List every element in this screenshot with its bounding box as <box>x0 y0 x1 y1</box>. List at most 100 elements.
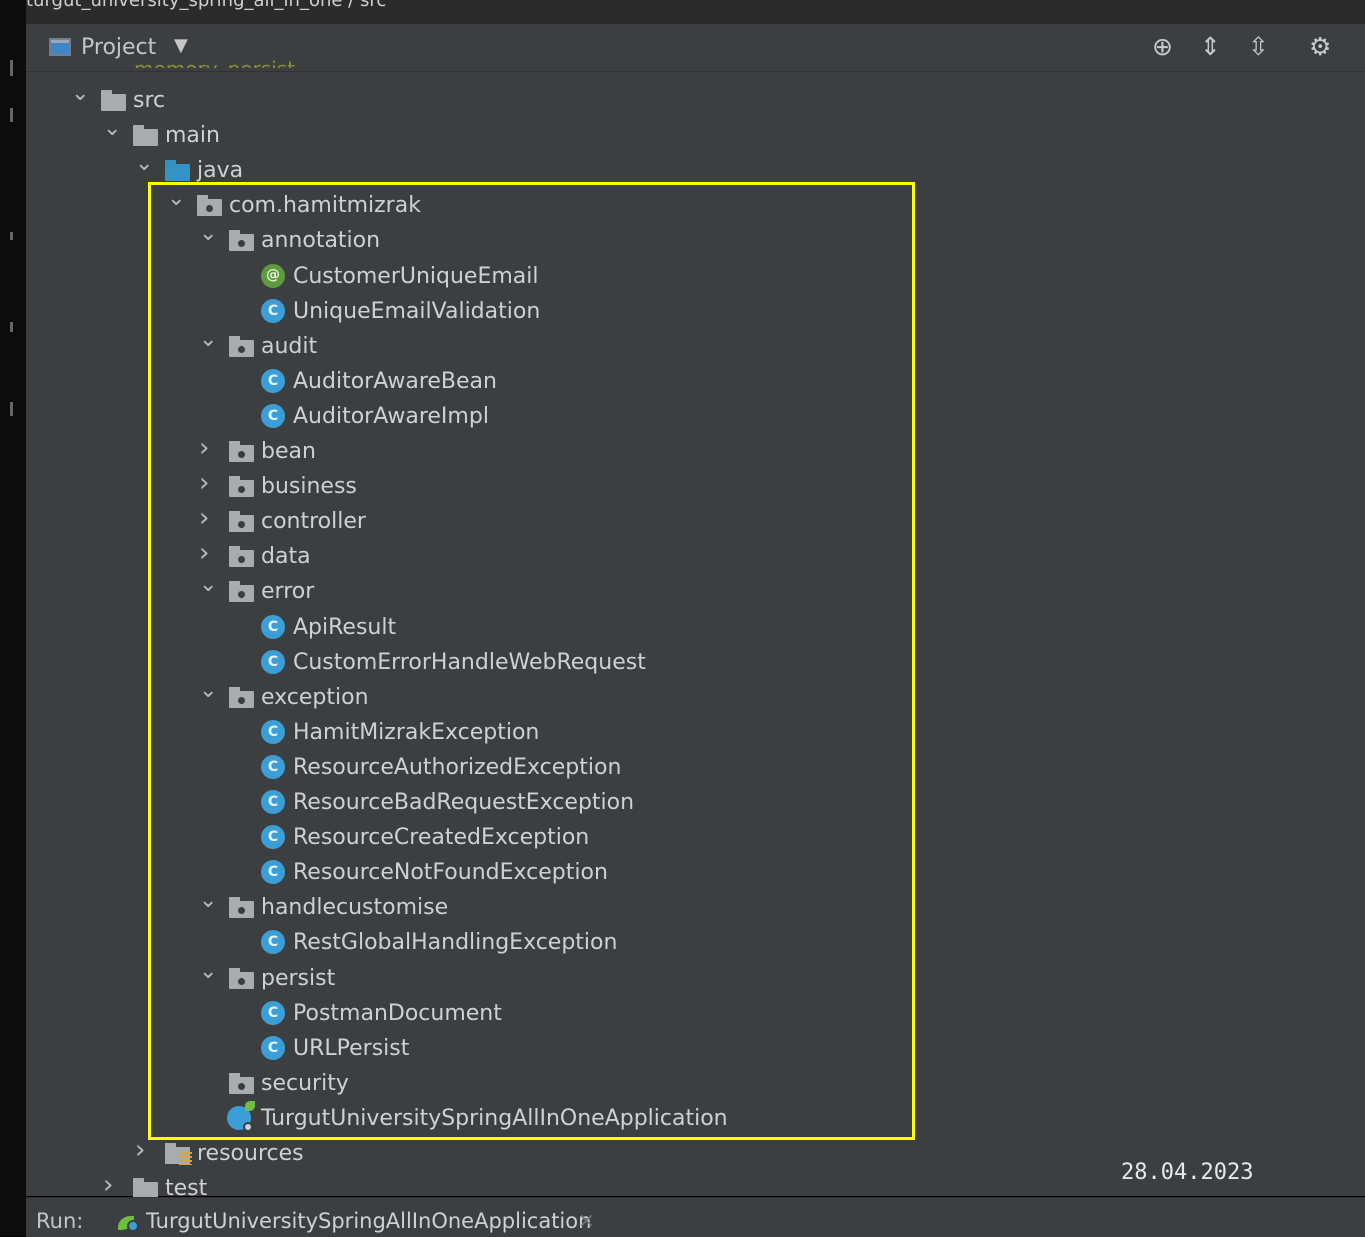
tree-row[interactable]: C AuditorAwareImpl <box>26 401 1226 435</box>
chevron-down-icon[interactable]: ⌄ <box>199 325 219 355</box>
tree-row[interactable]: ⌄ annotation <box>26 221 1226 259</box>
date-stamp: 28.04.2023 <box>1121 1160 1254 1185</box>
chevron-down-icon[interactable]: ⌄ <box>199 957 219 987</box>
chevron-right-icon[interactable]: › <box>199 468 219 498</box>
tree-row[interactable]: ⌄ error <box>26 572 1226 610</box>
java-class-icon: C <box>261 649 285 674</box>
edge-mark <box>10 232 13 240</box>
tree-row[interactable]: C ResourceBadRequestException <box>26 787 1226 821</box>
chevron-down-icon[interactable]: ⌄ <box>199 219 219 249</box>
chevron-right-icon[interactable]: › <box>199 503 219 533</box>
tree-row[interactable]: ⌄ handlecustomise <box>26 888 1226 926</box>
tree-row[interactable]: › bean <box>26 433 1226 470</box>
tree-row-label: com.hamitmizrak <box>229 193 421 219</box>
tree-row-label: CustomerUniqueEmail <box>293 263 539 289</box>
tree-row-label: persist <box>261 965 336 991</box>
run-bar: Run: TurgutUniversitySpringAllInOneAppli… <box>26 1197 1365 1237</box>
breadcrumb-text[interactable]: turgut_university_spring_all_in_one / sr… <box>26 0 386 11</box>
tree-row-label: resources <box>197 1141 304 1166</box>
java-class-icon: C <box>261 368 285 393</box>
run-label: Run: <box>36 1209 84 1233</box>
package-icon <box>229 476 254 498</box>
tree-row[interactable]: C AuditorAwareBean <box>26 366 1226 400</box>
tree-row[interactable]: TurgutUniversitySpringAllInOneApplicatio… <box>26 1100 1226 1137</box>
tree-row-label: AuditorAwareImpl <box>293 403 489 429</box>
package-icon <box>197 195 222 217</box>
tree-row-label: business <box>261 474 357 500</box>
tree-row[interactable]: C URLPersist <box>26 1033 1226 1067</box>
tree-row[interactable]: ⌄ java <box>26 151 1226 189</box>
tree-row[interactable]: ⌄ audit <box>26 327 1226 365</box>
package-icon <box>229 581 254 603</box>
tree-row-label: controller <box>261 509 366 535</box>
tree-row[interactable]: C ResourceAuthorizedException <box>26 752 1226 786</box>
chevron-down-icon[interactable]: ⌄ <box>199 570 219 600</box>
chevron-down-icon[interactable]: ⌄ <box>135 149 155 179</box>
tree-row[interactable]: C ResourceCreatedException <box>26 822 1226 856</box>
java-class-icon: C <box>261 1000 285 1025</box>
chevron-right-icon[interactable]: › <box>103 1170 123 1200</box>
tree-row[interactable]: ⌄ persist <box>26 959 1226 997</box>
package-icon <box>229 230 254 252</box>
tree-row-label: audit <box>261 333 318 359</box>
tree-row[interactable]: ⌄ exception <box>26 678 1226 716</box>
package-icon <box>229 546 254 568</box>
expand-all-icon[interactable]: ⇕ <box>1200 33 1221 61</box>
tree-row[interactable]: security <box>26 1068 1226 1102</box>
chevron-down-icon[interactable]: ⌄ <box>103 114 123 144</box>
tree-row-label: data <box>261 544 311 570</box>
edge-mark <box>10 322 13 332</box>
chevron-right-icon[interactable]: › <box>199 433 219 463</box>
edge-mark <box>10 108 13 122</box>
package-icon <box>229 967 254 989</box>
tree-row-label: TurgutUniversitySpringAllInOneApplicatio… <box>261 1105 728 1131</box>
tree-row-label: UniqueEmailValidation <box>293 298 541 324</box>
tree-row-label: URLPersist <box>293 1035 410 1061</box>
tree-row[interactable]: C HamitMizrakException <box>26 717 1226 751</box>
chevron-down-icon[interactable]: ⌄ <box>199 886 219 916</box>
chevron-down-icon[interactable]: ⌄ <box>71 79 91 109</box>
package-icon <box>229 686 254 708</box>
partial-tree-item[interactable]: memory_persist <box>134 54 295 68</box>
tree-row-label: CustomErrorHandleWebRequest <box>293 649 646 675</box>
java-class-icon: C <box>261 825 285 850</box>
project-window-icon <box>49 38 71 56</box>
settings-icon[interactable]: ⚙ <box>1309 33 1331 61</box>
tree-row-label: security <box>261 1070 349 1096</box>
java-class-icon: C <box>261 719 285 744</box>
tree-row-label: AuditorAwareBean <box>293 368 497 394</box>
tree-row[interactable]: ⌄ main <box>26 116 1226 154</box>
locate-icon[interactable]: ⊕ <box>1152 33 1173 61</box>
chevron-right-icon[interactable]: › <box>199 538 219 568</box>
java-source-folder-icon <box>165 160 190 182</box>
package-icon <box>229 441 254 462</box>
java-class-icon: C <box>261 860 285 885</box>
tree-row-label: ResourceBadRequestException <box>293 790 635 815</box>
collapse-all-icon[interactable]: ⇳ <box>1248 33 1269 61</box>
close-icon[interactable]: × <box>578 1208 595 1232</box>
left-edge-strip <box>0 0 26 1236</box>
chevron-down-icon[interactable]: ▼ <box>174 35 188 56</box>
tree-row-label: RestGlobalHandlingException <box>293 930 618 956</box>
tree-row[interactable]: C ApiResult <box>26 612 1226 646</box>
chevron-down-icon[interactable]: ⌄ <box>167 184 187 214</box>
tree-row[interactable]: @ CustomerUniqueEmail <box>26 261 1226 295</box>
run-tab-app[interactable]: TurgutUniversitySpringAllInOneApplicatio… <box>146 1209 591 1233</box>
breadcrumb: turgut_university_spring_all_in_one / sr… <box>26 0 1365 24</box>
edge-mark <box>10 402 13 416</box>
edge-mark <box>10 60 13 76</box>
tree-row-label: java <box>197 158 244 184</box>
tree-row-label: HamitMizrakException <box>293 719 540 745</box>
package-icon <box>229 511 254 533</box>
chevron-down-icon[interactable]: ⌄ <box>199 676 219 706</box>
chevron-right-icon[interactable]: › <box>135 1135 155 1165</box>
package-icon <box>229 1072 254 1094</box>
tree-row-label: ApiResult <box>293 614 397 640</box>
java-class-icon: C <box>261 403 285 428</box>
tree-row[interactable]: ⌄ src <box>26 81 1226 119</box>
tree-row[interactable]: C PostmanDocument <box>26 998 1226 1032</box>
tree-row[interactable]: › resources <box>26 1135 1226 1172</box>
tree-row[interactable]: › business <box>26 468 1226 505</box>
tree-row-label: bean <box>261 439 316 464</box>
tree-row[interactable]: › controller <box>26 503 1226 540</box>
